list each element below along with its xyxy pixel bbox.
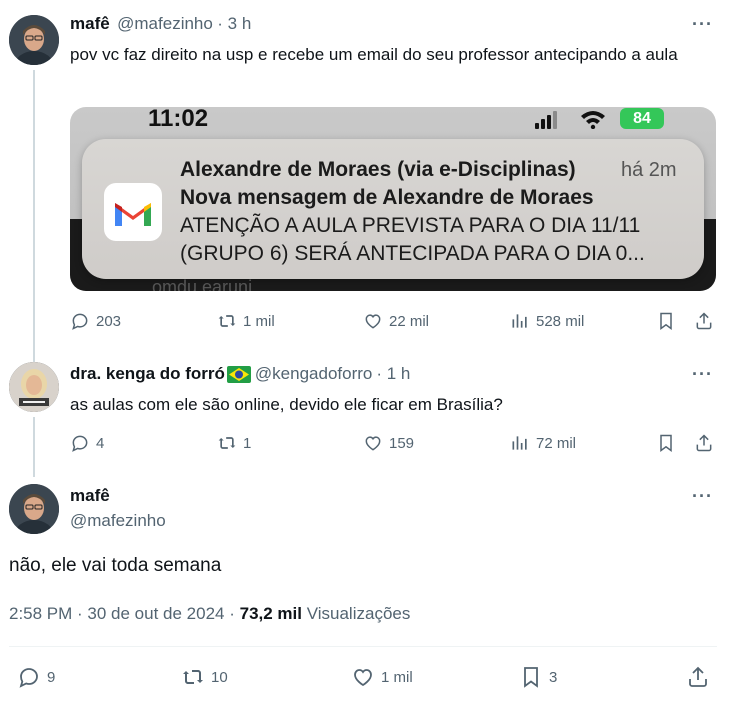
post-timestamp[interactable]: 2:58 PM · 30 de out de 2024 · — [9, 604, 235, 623]
brazil-flag-icon — [226, 365, 251, 383]
bookmark-icon — [524, 667, 538, 688]
bookmark-icon — [660, 312, 672, 330]
share-icon — [696, 312, 712, 330]
more-icon[interactable]: ··· — [692, 14, 713, 35]
main-tweet-text: não, ele vai toda semana — [9, 555, 222, 576]
like-button[interactable]: 1 mil — [351, 665, 413, 689]
reply-button[interactable]: 4 — [70, 433, 104, 453]
retweet-count: 1 — [243, 434, 252, 452]
background-text: omdu earuni — [152, 277, 253, 291]
avatar-image — [9, 484, 59, 534]
share-button[interactable] — [686, 665, 710, 689]
reply-icon — [19, 668, 38, 688]
reply-icon — [72, 435, 88, 452]
display-name[interactable]: mafê — [70, 14, 110, 33]
views-count: 73,2 mil — [239, 604, 302, 623]
thread-line — [33, 417, 35, 477]
tweet-text: as aulas com ele são online, devido ele … — [70, 395, 503, 414]
avatar-mafe[interactable] — [9, 484, 59, 534]
divider — [9, 646, 717, 647]
handle[interactable]: @mafezinho — [117, 14, 213, 33]
tweet2-header: dra. kenga do forró @kengadoforro · 1 h — [70, 364, 410, 384]
tweet1-header: mafê @mafezinho · 3 h — [70, 14, 251, 34]
retweet-count: 1 mil — [243, 312, 275, 330]
reply-count: 9 — [47, 668, 56, 686]
status-clock: 11:02 — [148, 107, 209, 132]
share-icon — [689, 666, 707, 687]
retweet-button[interactable]: 10 — [181, 665, 228, 689]
like-count: 22 mil — [389, 312, 430, 330]
bookmark-button[interactable]: 3 — [519, 665, 557, 689]
retweet-icon — [183, 670, 203, 684]
views-label: Visualizações — [306, 604, 411, 623]
battery-level: 84 — [633, 110, 651, 127]
like-icon — [365, 314, 381, 329]
reply-icon — [72, 313, 88, 330]
retweet-button[interactable]: 1 mil — [217, 311, 275, 331]
avatar-image — [9, 15, 59, 65]
bookmark-button[interactable] — [656, 311, 676, 331]
like-button[interactable]: 159 — [363, 433, 414, 453]
attached-image[interactable]: 11:02 84 Alexandre de Moraes (via e-Disc… — [70, 107, 716, 291]
like-icon — [365, 436, 381, 451]
views-button[interactable]: 528 mil — [510, 311, 584, 331]
reply-count: 4 — [96, 434, 105, 452]
like-button[interactable]: 22 mil — [363, 311, 429, 331]
reply-button[interactable]: 9 — [17, 665, 55, 689]
share-button[interactable] — [694, 433, 714, 453]
notification-age: há 2m — [621, 159, 677, 181]
battery-icon: 84 — [620, 108, 664, 129]
avatar-kenga[interactable] — [9, 362, 59, 412]
gmail-icon — [104, 183, 162, 241]
timestamp[interactable]: · 3 h — [217, 14, 251, 33]
display-name[interactable]: mafê — [70, 486, 110, 506]
notification-line1: ATENÇÃO A AULA PREVISTA PARA O DIA 11/11 — [180, 214, 641, 237]
share-button[interactable] — [694, 311, 714, 331]
retweet-button[interactable]: 1 — [217, 433, 251, 453]
views-icon — [512, 314, 527, 328]
like-count: 159 — [389, 434, 415, 452]
views-button[interactable]: 72 mil — [510, 433, 576, 453]
tweet-text: pov vc faz direito na usp e recebe um em… — [70, 45, 678, 64]
avatar-image — [9, 362, 59, 412]
notification-subject: Nova mensagem de Alexandre de Moraes — [180, 186, 594, 209]
reply-button[interactable]: 203 — [70, 311, 121, 331]
views-count: 72 mil — [536, 434, 577, 452]
views-count: 528 mil — [536, 312, 585, 330]
avatar-mafe[interactable] — [9, 15, 59, 65]
display-name[interactable]: dra. kenga do forró — [70, 364, 225, 384]
tweet-meta: 2:58 PM · 30 de out de 2024 · 73,2 mil V… — [9, 604, 410, 624]
views-icon — [512, 436, 527, 450]
wifi-icon — [581, 111, 605, 129]
bookmark-button[interactable] — [656, 433, 676, 453]
more-icon[interactable]: ··· — [692, 486, 713, 507]
bookmark-count: 3 — [549, 668, 558, 686]
notification-line2: (GRUPO 6) SERÁ ANTECIPADA PARA O DIA 0..… — [180, 242, 645, 265]
like-icon — [354, 669, 372, 687]
retweet-icon — [218, 315, 236, 327]
retweet-count: 10 — [211, 668, 228, 686]
notification-sender: Alexandre de Moraes (via e-Disciplinas) — [180, 158, 576, 181]
timestamp[interactable]: · 1 h — [376, 364, 410, 384]
retweet-icon — [218, 437, 236, 449]
reply-count: 203 — [96, 312, 122, 330]
bookmark-icon — [660, 434, 672, 452]
like-count: 1 mil — [381, 668, 413, 686]
handle[interactable]: @mafezinho — [70, 511, 166, 531]
more-icon[interactable]: ··· — [692, 364, 713, 385]
share-icon — [696, 434, 712, 452]
handle[interactable]: @kengadoforro — [255, 364, 372, 384]
thread-line — [33, 70, 35, 362]
signal-icon — [535, 111, 557, 129]
